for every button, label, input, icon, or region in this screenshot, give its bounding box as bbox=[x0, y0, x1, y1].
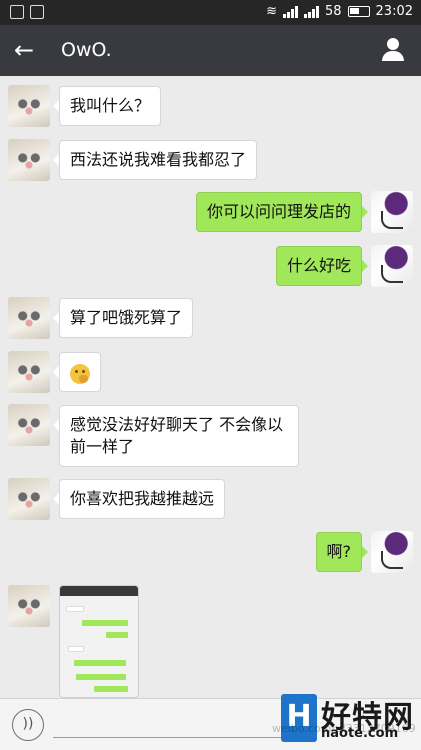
contact-avatar[interactable] bbox=[8, 478, 50, 520]
outgoing-message[interactable]: 啊? bbox=[315, 532, 368, 572]
contact-avatar[interactable] bbox=[8, 351, 50, 393]
site-watermark: H 好特网 haote.com bbox=[281, 694, 415, 746]
my-avatar[interactable] bbox=[371, 191, 413, 233]
back-arrow-icon[interactable]: ← bbox=[14, 37, 38, 63]
voice-icon[interactable]: )) bbox=[12, 709, 44, 741]
thinking-face-emoji bbox=[70, 363, 90, 384]
contact-avatar[interactable] bbox=[8, 404, 50, 446]
chat-screenshot-thumbnail[interactable] bbox=[59, 585, 139, 698]
incoming-emoji-message[interactable] bbox=[53, 352, 101, 392]
signal-icon-2 bbox=[303, 5, 319, 18]
person-icon[interactable] bbox=[381, 37, 405, 63]
incoming-message[interactable]: 西法还说我难看我都忍了 bbox=[52, 140, 258, 180]
battery-icon bbox=[347, 6, 370, 17]
chat-title: OwO. bbox=[61, 39, 112, 61]
message-input[interactable] bbox=[53, 737, 308, 738]
incoming-message[interactable]: 我叫什么？ bbox=[52, 86, 162, 126]
outgoing-message[interactable]: 你可以问问理发店的 bbox=[195, 192, 369, 232]
notification-icon bbox=[10, 5, 24, 19]
battery-level: 58 bbox=[324, 4, 342, 19]
wifi-icon: ≋ bbox=[266, 4, 277, 19]
my-avatar[interactable] bbox=[371, 245, 413, 287]
incoming-message[interactable]: 你喜欢把我越推越远 bbox=[52, 479, 226, 519]
signal-icon bbox=[282, 5, 298, 18]
contact-avatar[interactable] bbox=[8, 585, 50, 627]
contact-avatar[interactable] bbox=[8, 297, 50, 339]
my-avatar[interactable] bbox=[371, 531, 413, 573]
contact-avatar[interactable] bbox=[8, 85, 50, 127]
status-right: ≋ 58 23:02 bbox=[266, 4, 413, 19]
status-bar: ≋ 58 23:02 bbox=[0, 0, 421, 25]
message-list[interactable]: 我叫什么？ 西法还说我难看我都忍了 你可以问问理发店的 什么好吃 算了吧饿死算了… bbox=[0, 76, 421, 698]
status-left-icons bbox=[10, 5, 44, 19]
clock: 23:02 bbox=[375, 4, 413, 19]
incoming-message[interactable]: 感觉没法好好聊天了 不会像以前一样了 bbox=[53, 405, 299, 467]
chat-header: ← OwO. bbox=[0, 25, 421, 76]
contact-avatar[interactable] bbox=[8, 139, 50, 181]
image-icon bbox=[30, 5, 44, 19]
incoming-message[interactable]: 算了吧饿死算了 bbox=[52, 298, 194, 338]
outgoing-message[interactable]: 什么好吃 bbox=[275, 246, 369, 286]
weibo-watermark: weibo.com/u/3312709169 bbox=[272, 722, 416, 735]
